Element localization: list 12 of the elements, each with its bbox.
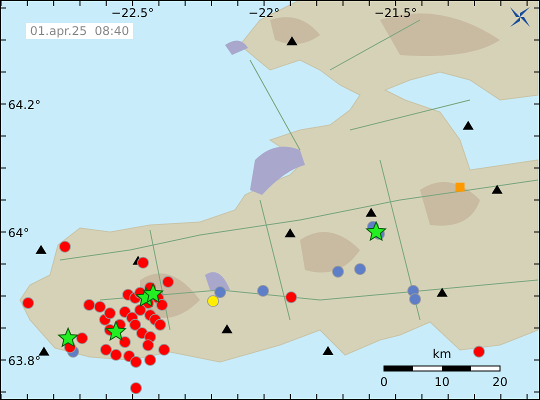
- axis-label: −21.5°: [374, 6, 417, 20]
- compass-icon: [510, 7, 530, 27]
- axis-label: −22.5°: [111, 6, 154, 20]
- axis-label: 64.2°: [8, 98, 41, 112]
- scale-label: 0: [380, 375, 388, 389]
- axis-label: −22°: [248, 6, 280, 20]
- scale-label: 20: [492, 375, 508, 389]
- axis-label: 64°: [8, 226, 30, 240]
- timestamp: 01.apr.25 08:40: [26, 23, 134, 39]
- scale-label: 10: [434, 375, 450, 389]
- scale-unit: km: [432, 347, 452, 361]
- axis-label: 63.8°: [8, 354, 41, 368]
